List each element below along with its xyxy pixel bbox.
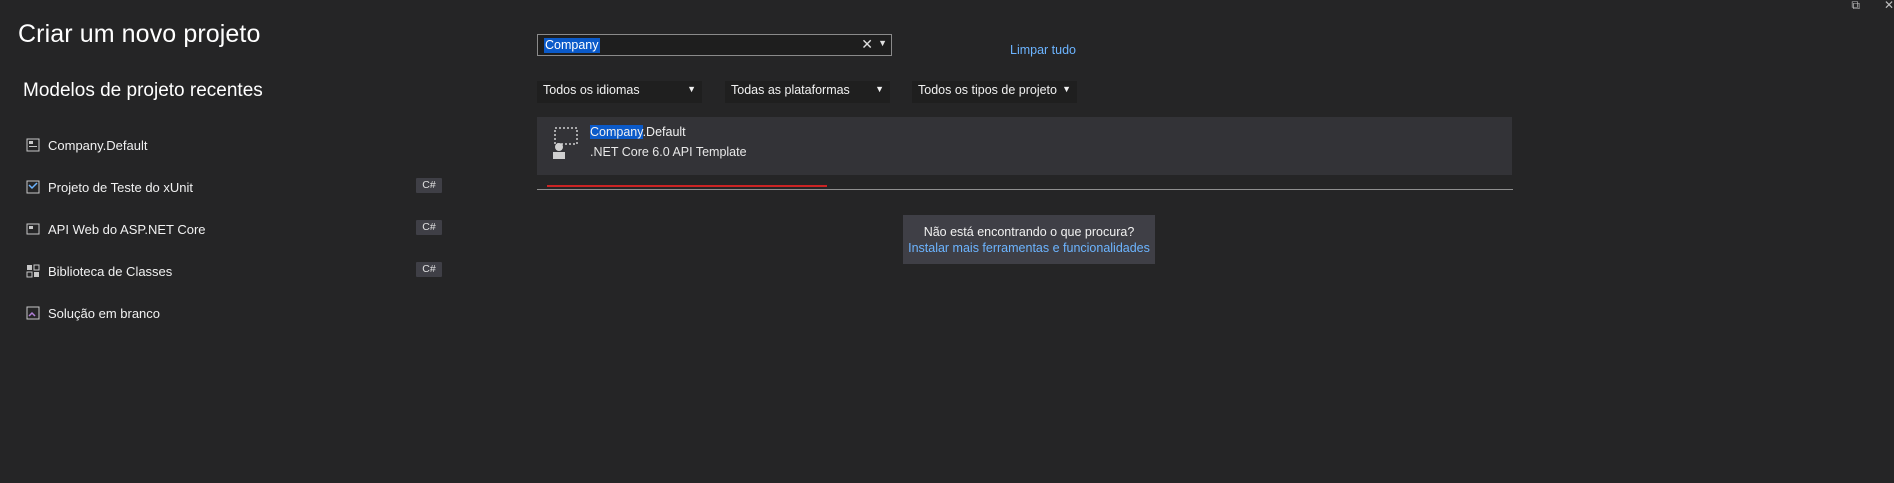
clear-all-link[interactable]: Limpar tudo	[1010, 43, 1076, 57]
class-library-icon	[26, 264, 40, 278]
template-name-rest: .Default	[642, 125, 686, 139]
template-name: Company.Default	[590, 125, 686, 139]
chevron-down-icon[interactable]: ▼	[878, 38, 887, 48]
recent-template-item[interactable]: API Web do ASP.NET Core C#	[26, 217, 446, 241]
blank-solution-icon	[26, 306, 40, 320]
search-templates-input[interactable]: Company ✕ ▼	[537, 34, 892, 56]
chevron-down-icon: ▼	[875, 84, 884, 94]
test-project-icon	[26, 180, 40, 194]
platform-filter-value: Todas as plataformas	[731, 83, 850, 97]
chevron-down-icon: ▼	[1062, 84, 1071, 94]
recent-template-label: Solução em branco	[48, 305, 161, 321]
template-result-item[interactable]: Company.Default .NET Core 6.0 API Templa…	[537, 117, 1512, 175]
recent-template-label: Projeto de Teste do xUnit	[48, 179, 194, 195]
template-description: .NET Core 6.0 API Template	[590, 145, 747, 159]
error-underline	[547, 185, 827, 187]
web-api-icon	[26, 138, 40, 152]
not-found-panel: Não está encontrando o que procura? Inst…	[903, 215, 1155, 264]
project-type-filter-dropdown[interactable]: Todos os tipos de projeto ▼	[912, 81, 1077, 103]
recent-template-item[interactable]: Biblioteca de Classes C#	[26, 259, 446, 283]
template-name-highlight: Company	[590, 125, 643, 139]
language-filter-dropdown[interactable]: Todos os idiomas ▼	[537, 81, 702, 103]
page-title: Criar um novo projeto	[18, 20, 261, 48]
language-badge: C#	[416, 262, 442, 277]
clear-search-icon[interactable]: ✕	[861, 36, 873, 53]
recent-templates-title: Modelos de projeto recentes	[23, 80, 263, 101]
language-badge: C#	[416, 178, 442, 193]
web-api-icon	[26, 223, 40, 235]
recent-template-label: Biblioteca de Classes	[48, 263, 173, 279]
recent-template-item[interactable]: Company.Default	[26, 133, 446, 157]
results-separator	[537, 189, 1513, 190]
chevron-down-icon: ▼	[687, 84, 696, 94]
platform-filter-dropdown[interactable]: Todas as plataformas ▼	[725, 81, 890, 103]
recent-template-item[interactable]: Projeto de Teste do xUnit C#	[26, 175, 446, 199]
close-window-icon[interactable]: ✕	[1884, 0, 1894, 11]
restore-window-icon[interactable]: ⧉	[1851, 0, 1860, 11]
search-value: Company	[544, 38, 600, 53]
install-more-tools-link[interactable]: Instalar mais ferramentas e funcionalida…	[903, 241, 1155, 255]
language-badge: C#	[416, 220, 442, 235]
recent-template-item[interactable]: Solução em branco	[26, 301, 446, 325]
api-template-icon	[553, 127, 578, 159]
project-type-filter-value: Todos os tipos de projeto	[918, 83, 1057, 97]
recent-template-label: Company.Default	[48, 137, 148, 153]
not-found-question: Não está encontrando o que procura?	[923, 225, 1135, 239]
language-filter-value: Todos os idiomas	[543, 83, 640, 97]
recent-template-label: API Web do ASP.NET Core	[48, 221, 206, 237]
